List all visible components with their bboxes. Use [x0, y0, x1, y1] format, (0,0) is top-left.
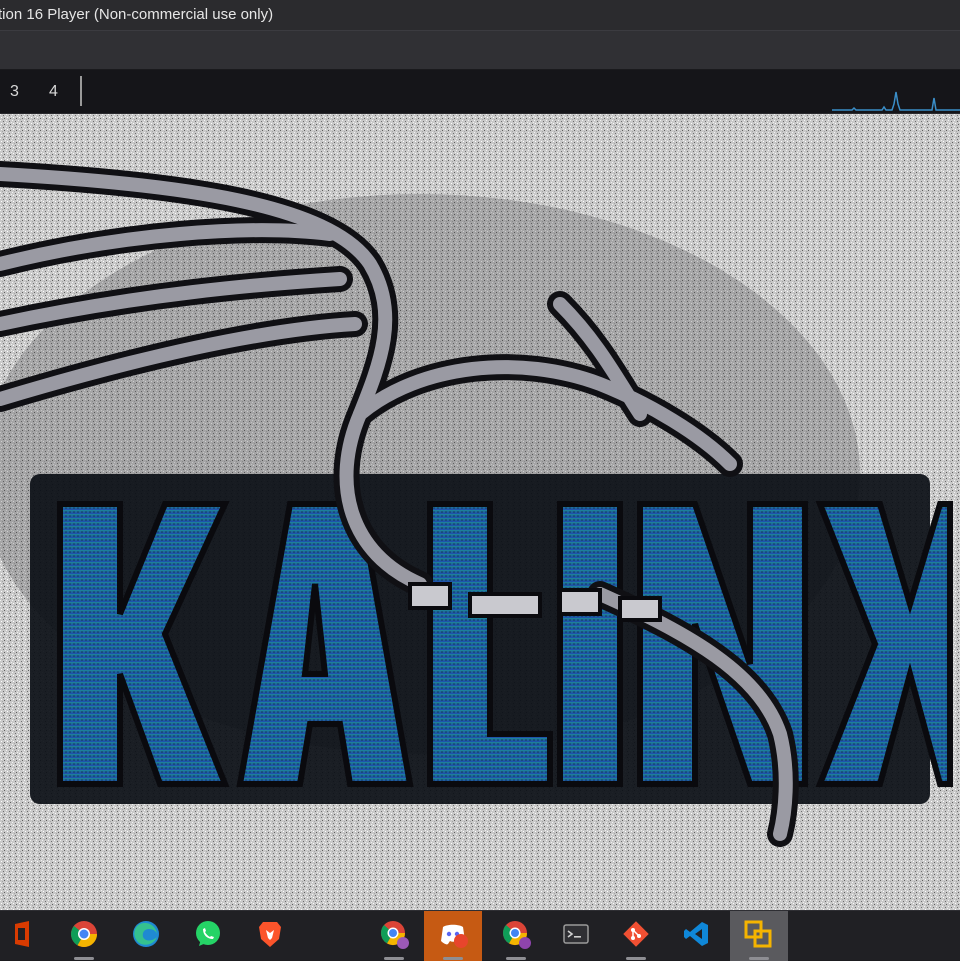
taskbar-whatsapp[interactable] [184, 911, 232, 961]
workspace-separator [80, 76, 82, 106]
toolbar-strip [0, 30, 960, 70]
git-icon [623, 921, 649, 947]
discord-icon [441, 924, 468, 948]
taskbar-chrome[interactable] [60, 911, 108, 961]
window-title: tion 16 Player (Non-commercial use only) [0, 6, 274, 23]
cpu-graph [832, 91, 960, 111]
workspace-4[interactable]: 4 [49, 70, 58, 114]
taskbar-vscode[interactable] [672, 911, 720, 961]
taskbar-edge[interactable] [122, 911, 170, 961]
vscode-icon [684, 922, 708, 946]
chrome-profile-icon [380, 921, 409, 949]
taskbar-git[interactable] [612, 911, 660, 961]
taskbar-brave[interactable] [246, 911, 294, 961]
taskbar-chrome-profile[interactable] [370, 911, 418, 961]
workspace-3[interactable]: 3 [10, 70, 19, 114]
taskbar-vmware[interactable] [730, 911, 788, 961]
chrome-profile-2-icon [502, 921, 531, 949]
vm-screen[interactable] [0, 114, 960, 910]
brave-icon [259, 922, 281, 947]
edge-icon [133, 921, 159, 947]
chrome-icon [70, 921, 98, 948]
vmware-icon [744, 920, 772, 948]
taskbar [0, 910, 960, 961]
window-titlebar: tion 16 Player (Non-commercial use only) [0, 0, 960, 30]
taskbar-terminal[interactable] [552, 911, 600, 961]
office-icon [15, 921, 29, 947]
taskbar-chrome-profile-2[interactable] [492, 911, 540, 961]
taskbar-discord[interactable] [424, 911, 482, 961]
terminal-icon [563, 924, 589, 944]
whatsapp-icon [196, 921, 220, 946]
taskbar-office[interactable] [0, 911, 46, 961]
workspace-bar: 3 4 [0, 70, 960, 114]
kali-wallpaper [0, 114, 960, 910]
